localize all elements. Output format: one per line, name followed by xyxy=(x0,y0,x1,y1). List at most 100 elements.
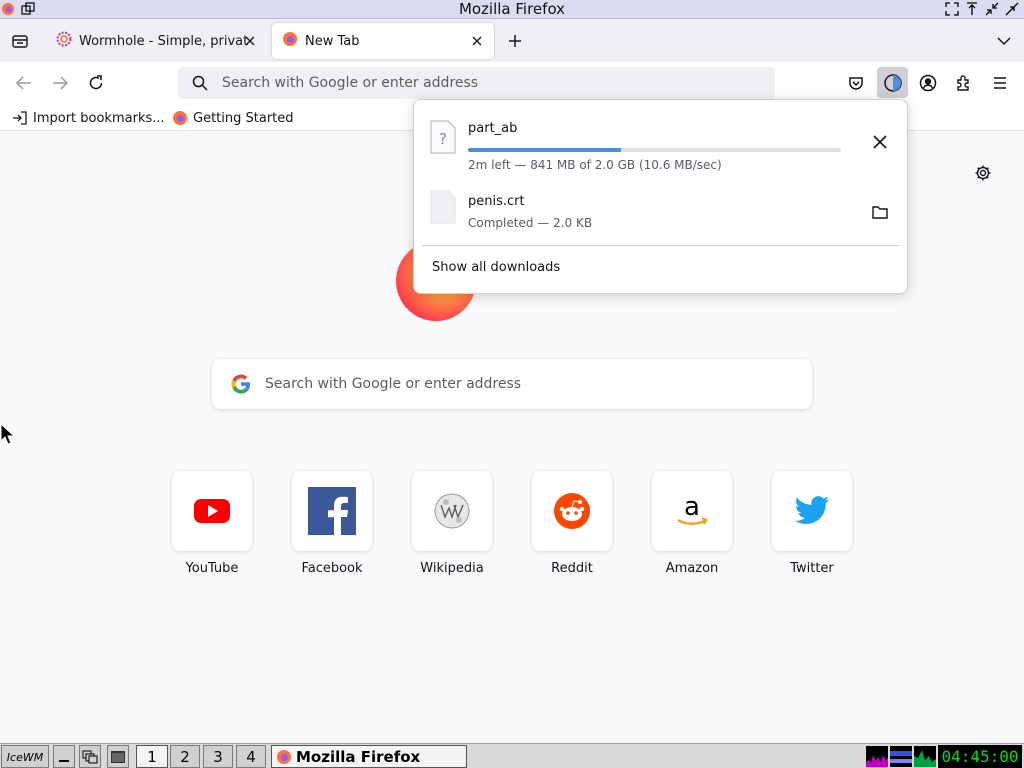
workspace-3-button[interactable]: 3 xyxy=(203,745,233,768)
cancel-download-close-icon[interactable] xyxy=(866,128,894,156)
firefox-icon xyxy=(173,111,187,125)
getting-started-bookmark[interactable]: Getting Started xyxy=(172,108,294,128)
download-filename: penis.crt xyxy=(468,194,525,209)
topsite-facebook[interactable]: Facebook xyxy=(292,471,372,576)
download-filename: part_ab xyxy=(468,121,518,136)
topsite-label: Amazon xyxy=(665,561,719,576)
topsite-amazon[interactable]: a Amazon xyxy=(652,471,732,576)
topsite-tile[interactable] xyxy=(412,471,492,551)
workspace-label: 1 xyxy=(147,747,157,766)
svg-text:IceWM: IceWM xyxy=(7,751,44,764)
gear-icon[interactable] xyxy=(972,162,994,184)
topsite-tile[interactable] xyxy=(292,471,372,551)
reddit-icon xyxy=(554,493,590,529)
tab-strip: Wormhole - Simple, privat New Tab xyxy=(0,19,1024,62)
newtab-search-box[interactable]: Search with Google or enter address xyxy=(212,359,812,409)
google-icon xyxy=(230,373,252,395)
file-icon xyxy=(429,190,457,224)
task-label: Mozilla Firefox xyxy=(296,747,421,766)
show-all-downloads-button[interactable]: Show all downloads xyxy=(432,260,560,275)
list-all-tabs-chevron-down-icon[interactable] xyxy=(990,27,1018,55)
import-icon xyxy=(13,111,27,125)
download-item[interactable]: penis.crt Completed — 2.0 KB xyxy=(414,178,909,248)
terminal-icon[interactable] xyxy=(107,745,129,768)
amazon-icon: a xyxy=(677,492,708,525)
url-placeholder: Search with Google or enter address xyxy=(222,75,479,91)
top-sites: YouTube Facebook Wikipedia Reddit a Amaz… xyxy=(172,471,872,591)
newtab-search-placeholder: Search with Google or enter address xyxy=(265,376,522,392)
topsite-label: YouTube xyxy=(185,561,239,576)
search-icon xyxy=(192,75,208,95)
import-bookmarks-item[interactable]: Import bookmarks... xyxy=(12,108,165,128)
firefox-icon xyxy=(277,749,291,764)
topsite-label: Reddit xyxy=(551,561,593,576)
account-icon[interactable] xyxy=(914,69,942,97)
taskbar: IceWM 1 2 3 4 Mozilla Firefox 04:45:00 xyxy=(0,743,1024,768)
workspace-label: 2 xyxy=(180,747,190,766)
divider xyxy=(422,245,900,246)
topsite-youtube[interactable]: YouTube xyxy=(172,471,252,576)
svg-text:?: ? xyxy=(439,130,447,148)
forward-arrow-icon[interactable] xyxy=(46,69,74,97)
shrink-icon[interactable] xyxy=(984,1,1000,17)
workspace-label: 4 xyxy=(246,747,256,766)
window-title-bar: Mozilla Firefox xyxy=(0,0,1024,19)
mouse-cursor-icon xyxy=(0,422,16,445)
close-tab-icon[interactable] xyxy=(241,32,259,50)
topsite-reddit[interactable]: Reddit xyxy=(532,471,612,576)
bookmark-label: Import bookmarks... xyxy=(33,110,165,126)
workspace-2-button[interactable]: 2 xyxy=(170,745,200,768)
tab-wormhole[interactable]: Wormhole - Simple, privat xyxy=(46,23,267,59)
firefox-favicon xyxy=(282,31,298,51)
workspace-label: 3 xyxy=(213,747,223,766)
tab-label: Wormhole - Simple, privat xyxy=(79,33,249,49)
download-progress-bar xyxy=(468,148,841,152)
downloads-button[interactable] xyxy=(877,67,908,98)
menu-hamburger-icon[interactable] xyxy=(986,69,1014,97)
topsite-label: Facebook xyxy=(301,561,363,576)
topsite-tile[interactable] xyxy=(172,471,252,551)
downloads-panel: ? part_ab 2m left — 841 MB of 2.0 GB (10… xyxy=(413,99,908,294)
taskbar-firefox-task[interactable]: Mozilla Firefox xyxy=(271,745,467,768)
tab-new-tab[interactable]: New Tab xyxy=(272,23,494,59)
maximize-vertical-icon[interactable] xyxy=(964,1,980,17)
topsite-wikipedia[interactable]: Wikipedia xyxy=(412,471,492,576)
close-tab-icon[interactable] xyxy=(468,32,486,50)
back-arrow-icon[interactable] xyxy=(10,69,38,97)
topsite-twitter[interactable]: Twitter xyxy=(772,471,852,576)
facebook-icon xyxy=(308,487,356,535)
firefox-view-button[interactable] xyxy=(6,27,34,55)
new-tab-button[interactable] xyxy=(501,27,529,55)
bookmark-label: Getting Started xyxy=(193,110,294,126)
close-window-icon[interactable] xyxy=(1004,1,1020,17)
url-bar[interactable]: Search with Google or enter address xyxy=(178,67,775,99)
topsite-tile[interactable] xyxy=(532,471,612,551)
youtube-icon xyxy=(194,499,230,523)
topsite-label: Twitter xyxy=(790,561,834,576)
topsite-tile[interactable]: a xyxy=(652,471,732,551)
clock: 04:45:00 xyxy=(938,745,1022,768)
network-monitor-icon xyxy=(890,746,912,767)
pocket-icon[interactable] xyxy=(842,69,870,97)
wormhole-favicon xyxy=(56,31,72,51)
reload-icon[interactable] xyxy=(82,69,110,97)
download-status: Completed — 2.0 KB xyxy=(468,216,593,230)
icewm-start-menu-icon[interactable]: IceWM xyxy=(1,745,49,768)
extensions-puzzle-icon[interactable] xyxy=(950,69,978,97)
unknown-file-icon: ? xyxy=(429,120,457,154)
topsite-label: Wikipedia xyxy=(420,561,484,576)
show-desktop-icon[interactable] xyxy=(53,745,75,768)
workspace-4-button[interactable]: 4 xyxy=(236,745,266,768)
window-title: Mozilla Firefox xyxy=(458,0,566,18)
wikipedia-icon xyxy=(434,493,470,529)
topsite-tile[interactable] xyxy=(772,471,852,551)
download-status: 2m left — 841 MB of 2.0 GB (10.6 MB/sec) xyxy=(468,158,722,172)
download-item[interactable]: ? part_ab 2m left — 841 MB of 2.0 GB (10… xyxy=(414,108,909,178)
memory-monitor-icon xyxy=(914,746,936,767)
cpu-monitor-icon xyxy=(866,746,888,767)
open-folder-icon[interactable] xyxy=(866,198,894,226)
fullscreen-icon[interactable] xyxy=(944,1,960,17)
workspace-1-button[interactable]: 1 xyxy=(136,745,168,768)
window-list-icon[interactable] xyxy=(79,745,101,768)
twitter-icon xyxy=(795,496,829,524)
